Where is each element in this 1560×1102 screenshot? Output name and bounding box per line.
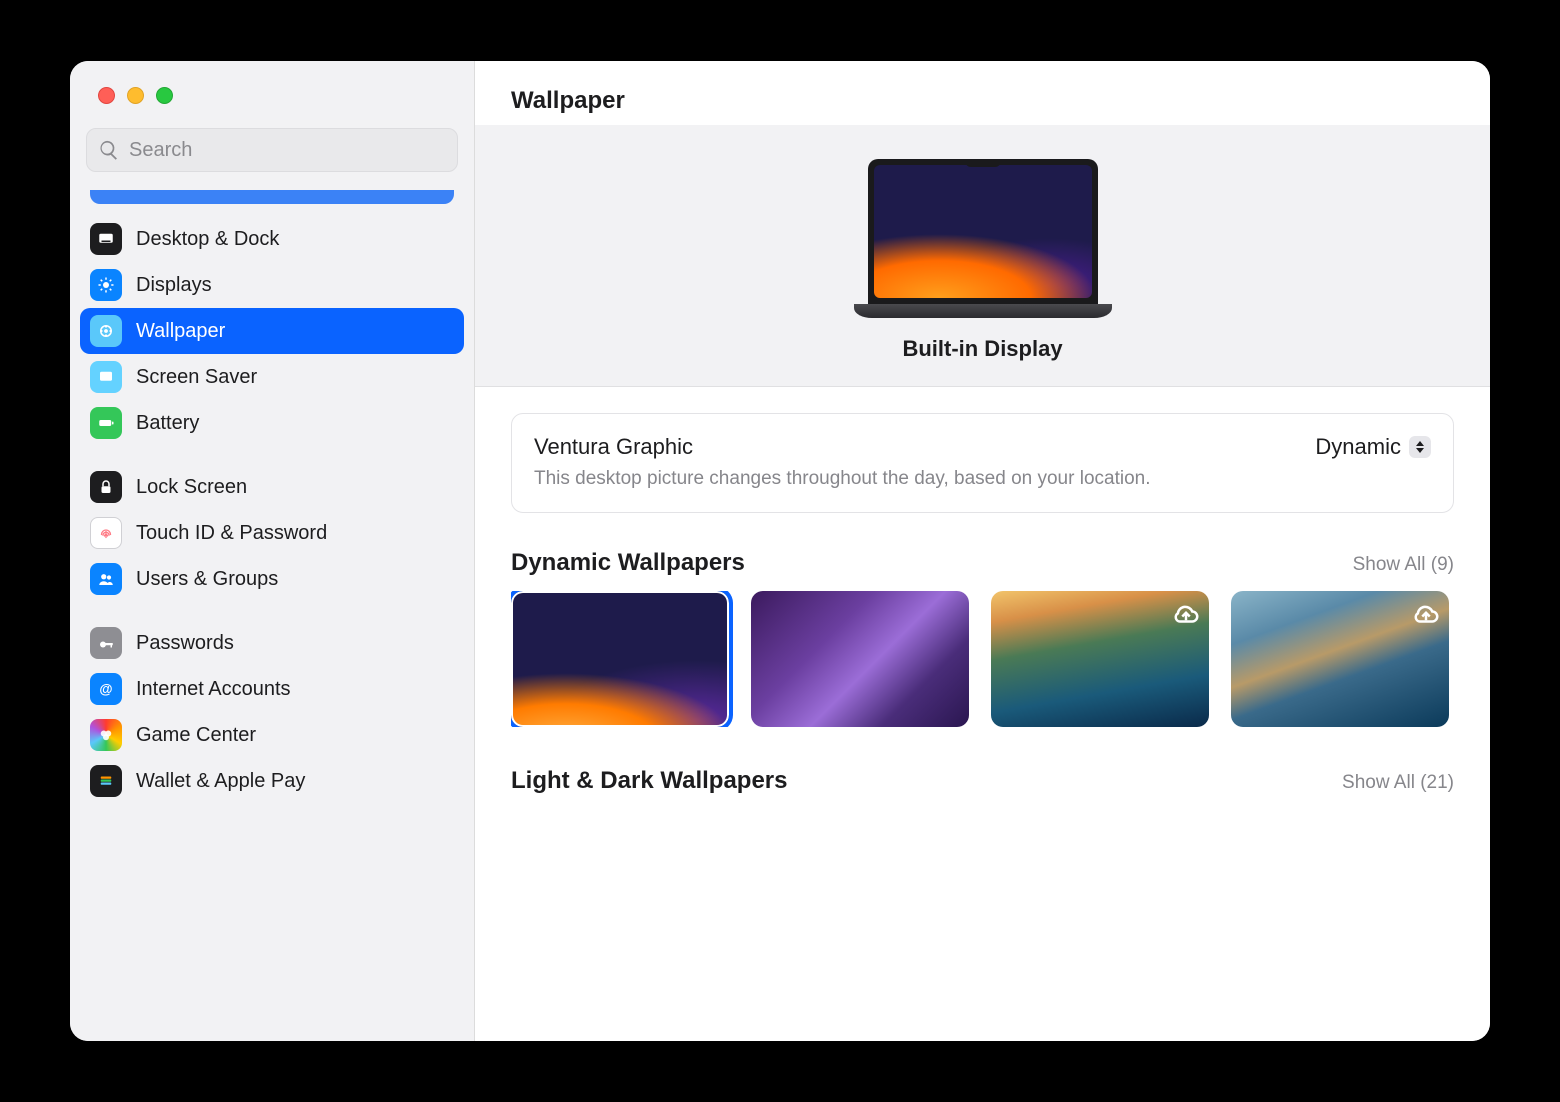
sidebar-item-desktop-dock[interactable]: Desktop & Dock: [80, 216, 464, 262]
sidebar-item-label: Displays: [136, 274, 212, 297]
page-title: Wallpaper: [475, 61, 1490, 125]
laptop-base: [854, 304, 1112, 318]
search-wrap: [86, 128, 458, 172]
sidebar-item-battery[interactable]: Battery: [80, 400, 464, 446]
key-icon: [90, 627, 122, 659]
sidebar-item-label: Passwords: [136, 632, 234, 655]
sidebar-item-label: Screen Saver: [136, 366, 257, 389]
screensaver-icon: [90, 361, 122, 393]
sidebar-item-touch-id-password[interactable]: Touch ID & Password: [80, 510, 464, 556]
window-controls: [70, 87, 474, 104]
wallpaper-thumbnail[interactable]: [991, 591, 1209, 727]
download-icon: [1171, 599, 1201, 629]
show-all-button[interactable]: Show All (21): [1342, 772, 1454, 794]
desktop-dock-icon: [90, 223, 122, 255]
sidebar-item-wallet-apple-pay[interactable]: Wallet & Apple Pay: [80, 758, 464, 804]
sidebar-item-label: Internet Accounts: [136, 678, 291, 701]
gamecenter-icon: [90, 719, 122, 751]
wallpaper-thumbnail[interactable]: [511, 591, 729, 727]
wallet-icon: [90, 765, 122, 797]
sidebar-item-label: Users & Groups: [136, 568, 278, 591]
laptop-preview: [868, 159, 1098, 318]
sidebar-item-label: Lock Screen: [136, 476, 247, 499]
fullscreen-window-button[interactable]: [156, 87, 173, 104]
wallpaper-icon: [90, 315, 122, 347]
battery-icon: [90, 407, 122, 439]
wallpaper-row: [511, 591, 1454, 727]
sidebar: Desktop & Dock Displays Wallpaper Screen Sa…: [70, 61, 475, 1041]
laptop-screen: [868, 159, 1098, 304]
sidebar-item-users-groups[interactable]: Users & Groups: [80, 556, 464, 602]
minimize-window-button[interactable]: [127, 87, 144, 104]
sidebar-item-label: Wallpaper: [136, 320, 225, 343]
section-title: Light & Dark Wallpapers: [511, 767, 788, 795]
sidebar-item-lock-screen[interactable]: Lock Screen: [80, 464, 464, 510]
sidebar-item-label: Wallet & Apple Pay: [136, 770, 305, 793]
current-wallpaper-text: Ventura Graphic This desktop picture cha…: [534, 434, 1295, 492]
displays-icon: [90, 269, 122, 301]
users-icon: [90, 563, 122, 595]
sidebar-item-passwords[interactable]: Passwords: [80, 620, 464, 666]
wallpaper-thumbnail[interactable]: [1231, 591, 1449, 727]
display-preview: Built-in Display: [475, 125, 1490, 387]
close-window-button[interactable]: [98, 87, 115, 104]
current-wallpaper-card: Ventura Graphic This desktop picture cha…: [511, 413, 1454, 513]
settings-window: Desktop & Dock Displays Wallpaper Screen Sa…: [70, 61, 1490, 1041]
current-wallpaper-description: This desktop picture changes throughout …: [534, 466, 1174, 492]
section-header: Light & Dark Wallpapers Show All (21): [511, 767, 1454, 795]
sidebar-item-label: Battery: [136, 412, 199, 435]
section-header: Dynamic Wallpapers Show All (9): [511, 549, 1454, 577]
chevron-updown-icon: [1409, 436, 1431, 458]
display-name: Built-in Display: [902, 336, 1062, 362]
sidebar-item-wallpaper[interactable]: Wallpaper: [80, 308, 464, 354]
lock-icon: [90, 471, 122, 503]
touchid-icon: [90, 517, 122, 549]
sidebar-nav: Desktop & Dock Displays Wallpaper Screen Sa…: [70, 190, 474, 822]
current-wallpaper-name: Ventura Graphic: [534, 434, 1295, 460]
wallpaper-thumbnail[interactable]: [751, 591, 969, 727]
svg-text:@: @: [99, 682, 112, 697]
wallpaper-mode-select[interactable]: Dynamic: [1315, 434, 1431, 460]
section-title: Dynamic Wallpapers: [511, 549, 745, 577]
sidebar-item-game-center[interactable]: Game Center: [80, 712, 464, 758]
wallpaper-mode-value: Dynamic: [1315, 434, 1401, 460]
sidebar-item-displays[interactable]: Displays: [80, 262, 464, 308]
wallpaper-preview-image: [874, 165, 1092, 298]
search-icon: [98, 139, 120, 161]
sidebar-item-partial[interactable]: [90, 190, 454, 204]
search-input[interactable]: [86, 128, 458, 172]
main-content: Wallpaper Built-in Display Ventura Graph…: [475, 61, 1490, 1041]
sidebar-item-label: Touch ID & Password: [136, 522, 327, 545]
sidebar-item-label: Game Center: [136, 724, 256, 747]
download-icon: [1411, 599, 1441, 629]
content-area: Ventura Graphic This desktop picture cha…: [475, 387, 1490, 835]
sidebar-item-screen-saver[interactable]: Screen Saver: [80, 354, 464, 400]
sidebar-item-label: Desktop & Dock: [136, 228, 279, 251]
show-all-button[interactable]: Show All (9): [1353, 554, 1454, 576]
at-icon: @: [90, 673, 122, 705]
sidebar-item-internet-accounts[interactable]: @ Internet Accounts: [80, 666, 464, 712]
